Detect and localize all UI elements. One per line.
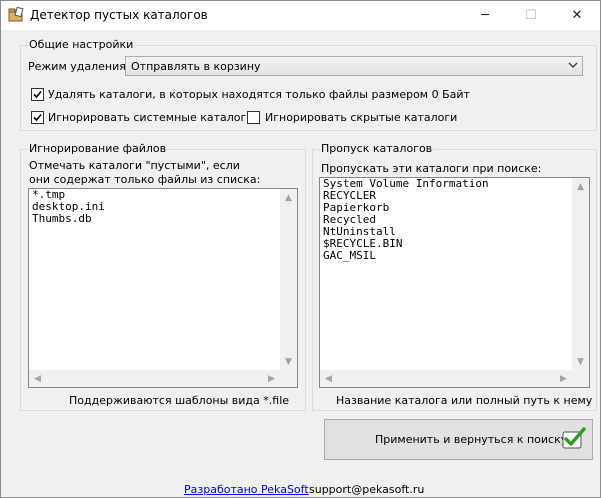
maximize-button[interactable]: ☐ <box>508 1 554 30</box>
delete-mode-label: Режим удаления: <box>28 60 130 73</box>
scroll-left-icon[interactable]: ◀ <box>320 370 337 387</box>
scroll-down-icon[interactable]: ▼ <box>280 353 297 370</box>
delete-mode-value: Отправлять в корзину <box>131 60 261 73</box>
green-checkmark-icon <box>562 427 586 449</box>
ignore-hidden-label: Игнорировать скрытые каталоги <box>265 111 458 124</box>
checkmark-icon <box>33 90 42 99</box>
horizontal-scrollbar[interactable]: ◀ ▶ <box>29 370 280 387</box>
vertical-scrollbar[interactable]: ▲ ▼ <box>572 178 589 370</box>
list-item: GAC_MSIL <box>323 249 376 262</box>
skip-dirs-textbox[interactable]: System Volume Information RECYCLER Papie… <box>319 177 590 388</box>
title-bar: Детектор пустых каталогов ─ ☐ ✕ <box>1 1 600 30</box>
skip-dirs-desc: Пропускать эти каталоги при поиске: <box>321 162 542 175</box>
skip-dirs-hint: Название каталога или полный путь к нему <box>336 394 593 407</box>
close-button[interactable]: ✕ <box>554 1 600 30</box>
apply-and-return-button[interactable]: Применить и вернуться к поиску <box>324 419 593 460</box>
ignore-system-label: Игнорировать системные каталоги <box>48 111 254 124</box>
apply-button-label: Применить и вернуться к поиску <box>375 433 568 446</box>
ignore-files-legend: Игнорирование файлов <box>28 142 168 155</box>
general-settings-legend: Общие настройки <box>28 38 135 51</box>
scroll-up-icon[interactable]: ▲ <box>280 189 297 206</box>
ignore-files-list: *.tmp desktop.ini Thumbs.db <box>32 189 105 225</box>
minimize-icon: ─ <box>481 8 489 23</box>
list-item: Thumbs.db <box>32 212 92 225</box>
scroll-right-icon[interactable]: ▶ <box>555 370 572 387</box>
chevron-down-icon <box>568 62 578 68</box>
scroll-down-icon[interactable]: ▼ <box>572 353 589 370</box>
support-email: support@pekasoft.ru <box>309 483 425 496</box>
ignore-files-hint: Поддерживаются шаблоны вида *.file <box>69 394 290 407</box>
delete-zero-checkbox[interactable] <box>31 88 44 101</box>
maximize-icon: ☐ <box>525 8 537 23</box>
horizontal-scrollbar[interactable]: ◀ ▶ <box>320 370 572 387</box>
close-icon: ✕ <box>571 8 583 23</box>
delete-mode-select[interactable]: Отправлять в корзину <box>125 56 583 76</box>
ignore-files-desc-line2: они содержат только файлы из списка: <box>29 173 261 186</box>
window-title: Детектор пустых каталогов <box>30 8 208 22</box>
ignore-hidden-checkbox[interactable] <box>247 111 260 124</box>
app-window: Детектор пустых каталогов ─ ☐ ✕ Общие на… <box>0 0 601 498</box>
scroll-corner <box>280 370 297 387</box>
developer-link[interactable]: Разработано PekaSoft <box>184 483 309 496</box>
scroll-left-icon[interactable]: ◀ <box>29 370 46 387</box>
checkmark-icon <box>33 113 42 122</box>
scroll-right-icon[interactable]: ▶ <box>263 370 280 387</box>
minimize-button[interactable]: ─ <box>462 1 508 30</box>
skip-dirs-legend: Пропуск каталогов <box>320 142 434 155</box>
scroll-up-icon[interactable]: ▲ <box>572 178 589 195</box>
app-icon <box>8 7 24 22</box>
scroll-corner <box>572 370 589 387</box>
ignore-files-textbox[interactable]: *.tmp desktop.ini Thumbs.db ▲ ▼ ◀ ▶ <box>28 188 298 388</box>
delete-zero-label: Удалять каталоги, в которых находятся то… <box>48 88 470 101</box>
skip-dirs-list: System Volume Information RECYCLER Papie… <box>323 178 489 262</box>
vertical-scrollbar[interactable]: ▲ ▼ <box>280 189 297 370</box>
ignore-system-checkbox[interactable] <box>31 111 44 124</box>
ignore-files-desc-line1: Отмечать каталоги "пустыми", если <box>29 159 240 172</box>
